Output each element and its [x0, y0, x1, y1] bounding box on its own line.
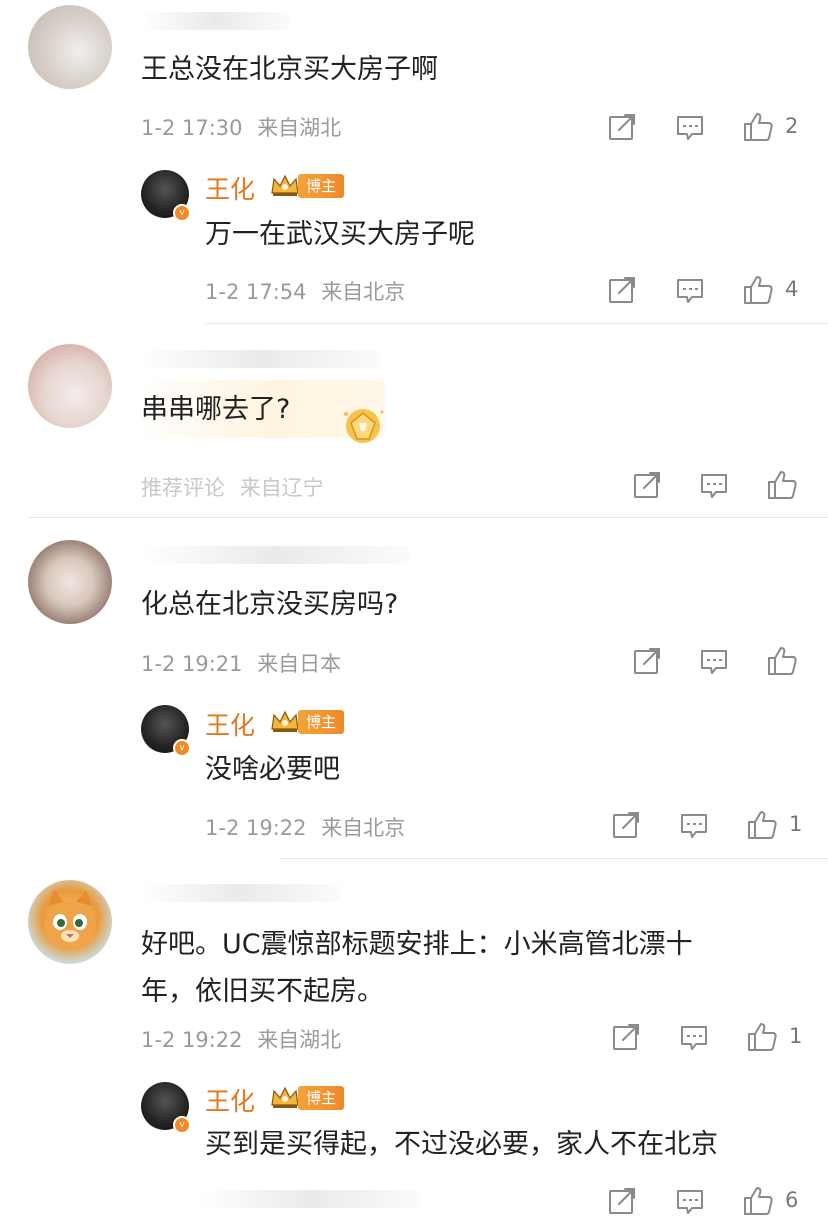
reply-time: 1-2 17:54 [205, 280, 307, 304]
reply-meta: 1-2 17:54 来自北京 [205, 276, 405, 306]
reply-location: 来自北京 [321, 280, 406, 304]
comment-meta: 推荐评论 来自辽宁 [141, 472, 324, 502]
like-count: 2 [785, 114, 799, 138]
like-count: 6 [785, 1188, 799, 1212]
reply-text: 万一在武汉买大房子呢 [205, 219, 475, 250]
verified-icon: v [173, 1116, 191, 1134]
like-count: 1 [789, 1024, 803, 1048]
comment-text: 王总没在北京买大房子啊 [141, 54, 438, 85]
blurred-username [140, 546, 410, 564]
thumbs-up-icon[interactable] [766, 469, 798, 501]
comment-location: 来自日本 [257, 652, 342, 676]
share-icon[interactable] [611, 810, 641, 840]
comment-location: 来自辽宁 [239, 476, 324, 500]
comment-icon[interactable] [699, 470, 729, 500]
thumbs-up-icon[interactable] [742, 1185, 774, 1217]
blurred-username [140, 12, 290, 30]
comment-text: 年，依旧买不起房。 [141, 976, 384, 1007]
thumbs-up-icon[interactable] [742, 274, 774, 306]
comment-icon[interactable] [679, 810, 709, 840]
share-icon[interactable] [607, 1186, 637, 1216]
reply-location: 来自北京 [321, 816, 406, 840]
comment-meta: 1-2 19:21 来自日本 [141, 648, 341, 678]
like-count: 4 [785, 277, 799, 301]
avatar[interactable] [28, 880, 112, 964]
avatar[interactable] [28, 540, 112, 624]
verified-icon: v [173, 739, 191, 757]
blurred-username [140, 350, 380, 368]
comment-meta: 1-2 19:22 来自湖北 [141, 1024, 341, 1054]
blogger-badge: 博主 [298, 710, 345, 734]
comment-time: 1-2 19:22 [141, 1028, 243, 1052]
comment-time: 1-2 19:21 [141, 652, 243, 676]
avatar[interactable] [28, 344, 112, 428]
share-icon[interactable] [607, 112, 637, 142]
reply-author[interactable]: 王化 [205, 1082, 255, 1118]
comment-location: 来自湖北 [257, 116, 342, 140]
reply-author[interactable]: 王化 [205, 706, 255, 742]
cat-face-icon [44, 890, 96, 950]
crown-icon [271, 175, 299, 197]
blurred-username [140, 884, 340, 902]
gem-badge-icon [344, 409, 384, 443]
comment-text: 串串哪去了? [141, 394, 291, 425]
comment-icon[interactable] [675, 112, 705, 142]
comment-text: 好吧。UC震惊部标题安排上：小米高管北漂十 [141, 929, 693, 960]
reply-author[interactable]: 王化 [205, 170, 255, 206]
thumbs-up-icon[interactable] [742, 111, 774, 143]
reply-meta: 1-2 19:22 来自北京 [205, 812, 405, 842]
verified-icon: v [173, 204, 191, 222]
blogger-badge: 博主 [298, 1086, 345, 1110]
comment-icon[interactable] [679, 1022, 709, 1052]
blogger-badge: 博主 [298, 174, 345, 198]
crown-icon [271, 711, 299, 733]
share-icon[interactable] [632, 470, 662, 500]
avatar[interactable] [28, 5, 112, 89]
comment-meta: 1-2 17:30 来自湖北 [141, 112, 341, 142]
share-icon[interactable] [607, 275, 637, 305]
comment-time: 1-2 17:30 [141, 116, 243, 140]
comment-icon[interactable] [675, 275, 705, 305]
thumbs-up-icon[interactable] [746, 809, 778, 841]
crown-icon [271, 1087, 299, 1109]
share-icon[interactable] [632, 646, 662, 676]
recommended-tag: 推荐评论 [141, 476, 225, 500]
divider [205, 323, 828, 324]
comment-text: 化总在北京没买房吗? [141, 589, 399, 620]
comment-location: 来自湖北 [257, 1028, 342, 1052]
share-icon[interactable] [611, 1022, 641, 1052]
reply-text: 买到是买得起，不过没必要，家人不在北京 [205, 1129, 718, 1160]
divider [28, 517, 828, 518]
reply-time: 1-2 19:22 [205, 816, 307, 840]
thumbs-up-icon[interactable] [746, 1021, 778, 1053]
comment-icon[interactable] [675, 1186, 705, 1216]
comment-icon[interactable] [699, 646, 729, 676]
like-count: 1 [789, 812, 803, 836]
divider [280, 858, 828, 859]
thumbs-up-icon[interactable] [766, 645, 798, 677]
reply-text: 没啥必要吧 [205, 754, 340, 785]
blurred-meta [200, 1190, 420, 1208]
